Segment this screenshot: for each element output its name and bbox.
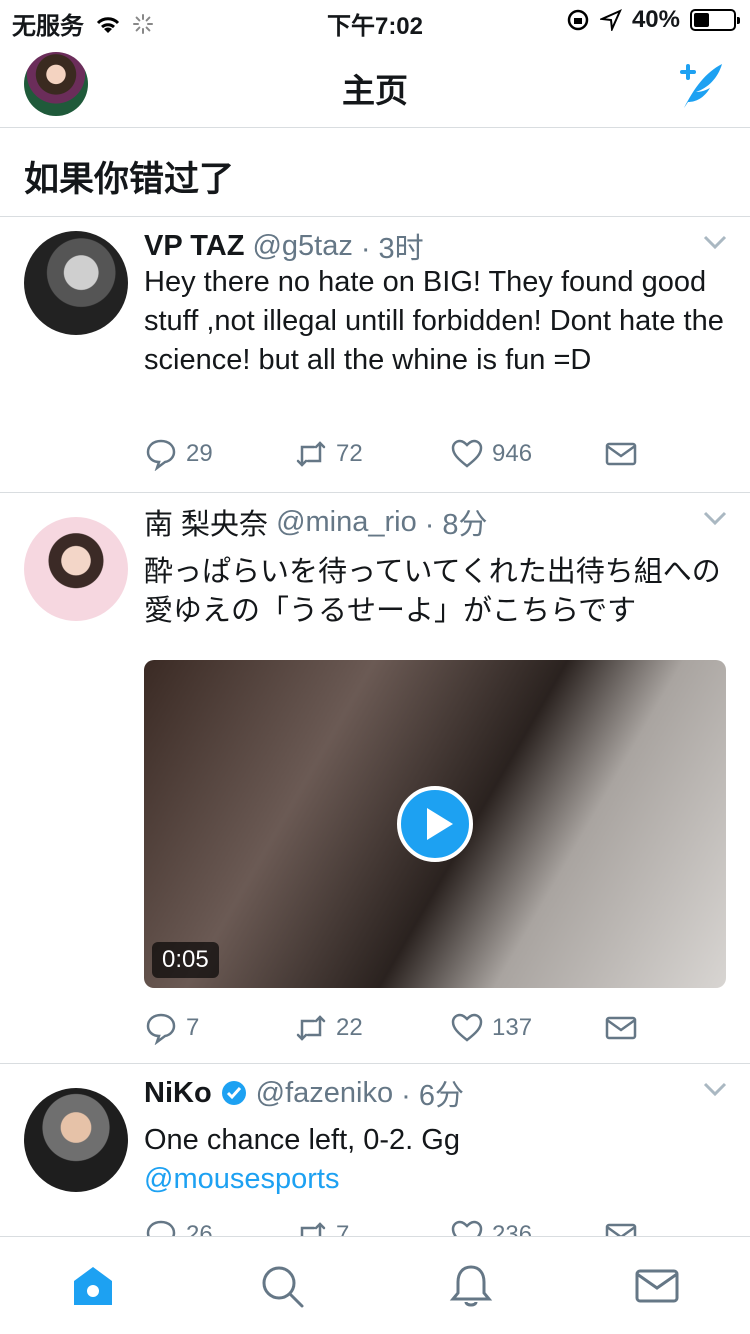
tweet-author-handle[interactable]: @fazeniko <box>256 1077 393 1110</box>
tweet-time: · 3时 <box>360 233 424 265</box>
retweet-button[interactable]: 22 <box>294 1011 363 1045</box>
tweet-time: · 6分 <box>401 1080 464 1112</box>
retweet-button[interactable]: 7 <box>294 1218 349 1236</box>
tweet-author-handle[interactable]: @mina_rio <box>276 506 417 539</box>
envelope-icon <box>605 1223 637 1236</box>
tweet-author-name[interactable]: VP TAZ <box>144 230 244 263</box>
battery-icon <box>690 9 740 31</box>
tweet-text-line: One chance left, 0-2. Gg <box>144 1124 460 1156</box>
tweet-avatar[interactable] <box>24 231 128 335</box>
reply-count: 29 <box>186 440 213 467</box>
direct-message-button[interactable] <box>604 1011 638 1045</box>
tweet-author-name[interactable]: NiKo <box>144 1077 212 1110</box>
tweet-actions: 29 72 946 <box>144 437 734 477</box>
like-button[interactable]: 946 <box>450 437 532 471</box>
retweet-icon <box>300 1222 326 1236</box>
like-count: 946 <box>492 440 533 467</box>
status-bar: 无服务 下午7:02 40% <box>0 0 750 40</box>
heart-icon <box>451 1220 483 1236</box>
chevron-down-icon[interactable] <box>702 1080 728 1098</box>
chevron-down-icon[interactable] <box>702 509 728 527</box>
search-icon[interactable] <box>259 1263 305 1309</box>
tweet-avatar[interactable] <box>24 517 128 621</box>
tweet-video[interactable]: 0:05 <box>144 660 726 988</box>
reply-button[interactable]: 29 <box>144 437 213 471</box>
retweet-icon <box>296 1015 326 1041</box>
messages-icon[interactable] <box>634 1263 680 1309</box>
compose-tweet-icon[interactable] <box>672 58 728 114</box>
verified-badge-icon <box>221 1081 246 1105</box>
reply-button[interactable]: 26 <box>144 1218 213 1236</box>
tweet-header: 南 梨央奈 @mina_rio · 8分 <box>144 501 488 543</box>
play-button-icon[interactable] <box>397 786 473 862</box>
retweet-count: 72 <box>336 440 363 467</box>
page-title: 主页 <box>342 72 408 109</box>
tweet[interactable]: NiKo @fazeniko · 6分 One chance left, 0-2… <box>0 1064 750 1236</box>
like-button[interactable]: 137 <box>450 1011 532 1045</box>
reply-count: 26 <box>186 1221 213 1236</box>
reply-icon <box>146 1013 176 1045</box>
tweet-text: Hey there no hate on BIG! They found goo… <box>144 266 724 376</box>
battery-percent: 40% <box>631 6 680 33</box>
tweet-text: One chance left, 0-2. Gg @mousesports <box>144 1121 734 1199</box>
mention-link[interactable]: @mousesports <box>144 1160 734 1199</box>
tweet[interactable]: 南 梨央奈 @mina_rio · 8分 酔っぱらいを待っていてくれた出待ち組へ… <box>0 493 750 1064</box>
reply-icon <box>146 1220 176 1236</box>
tweet-actions: 7 22 137 <box>144 1011 734 1051</box>
reply-icon <box>146 439 176 471</box>
reply-button[interactable]: 7 <box>144 1011 199 1045</box>
heart-icon <box>451 1013 483 1042</box>
orientation-lock-icon <box>567 9 589 31</box>
retweet-count: 7 <box>336 1221 350 1236</box>
like-button[interactable]: 236 <box>450 1218 532 1236</box>
direct-message-button[interactable] <box>604 437 638 471</box>
retweet-icon <box>296 441 326 467</box>
tweet-author-name[interactable]: 南 梨央奈 <box>144 501 268 543</box>
tweet-author-handle[interactable]: @g5taz <box>252 230 352 263</box>
envelope-icon <box>605 442 637 466</box>
retweet-button[interactable]: 72 <box>294 437 363 471</box>
reply-count: 7 <box>186 1014 200 1041</box>
envelope-icon <box>605 1016 637 1040</box>
retweet-count: 22 <box>336 1014 363 1041</box>
tweet-text: 酔っぱらいを待っていてくれた出待ち組への愛ゆえの「うるせーよ」がこちらです <box>144 556 721 627</box>
tweet-avatar[interactable] <box>24 1088 128 1192</box>
tweet-header: VP TAZ @g5taz · 3时 <box>144 225 424 267</box>
tweet-actions: 26 7 236 <box>144 1218 734 1236</box>
heart-icon <box>451 439 483 468</box>
chevron-down-icon[interactable] <box>702 233 728 251</box>
location-arrow-icon <box>599 9 622 31</box>
notifications-icon[interactable] <box>448 1263 494 1309</box>
nav-bar: 主页 <box>0 40 750 128</box>
video-duration: 0:05 <box>152 942 219 978</box>
section-title: 如果你错过了 <box>24 160 235 199</box>
tweet[interactable]: VP TAZ @g5taz · 3时 Hey there no hate on … <box>0 217 750 493</box>
tweet-time: · 8分 <box>424 509 488 541</box>
home-icon[interactable] <box>70 1263 116 1309</box>
battery-fill <box>694 13 709 27</box>
direct-message-button[interactable] <box>604 1218 638 1236</box>
section-header: 如果你错过了 <box>0 129 750 217</box>
like-count: 236 <box>492 1221 533 1236</box>
tab-bar <box>0 1236 750 1334</box>
tweet-header: NiKo @fazeniko · 6分 <box>144 1072 464 1114</box>
like-count: 137 <box>492 1014 533 1041</box>
